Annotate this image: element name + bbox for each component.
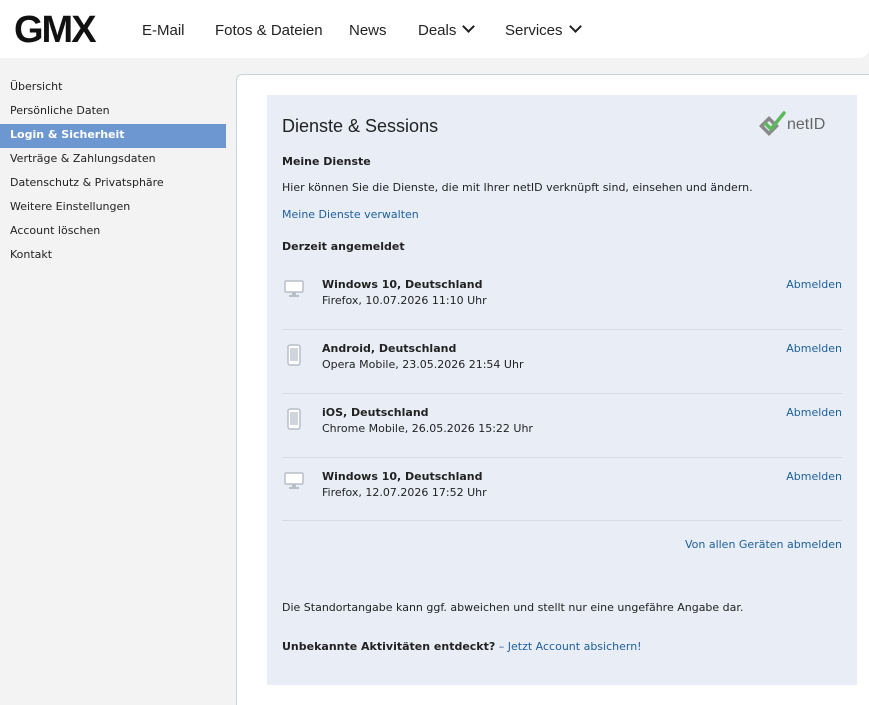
nav-services-label: Services [505, 22, 563, 39]
nav-email[interactable]: E-Mail [142, 22, 185, 39]
sidebar-item-personal-data[interactable]: Persönliche Daten [0, 100, 226, 124]
unknown-activity-line: Unbekannte Aktivitäten entdeckt? – Jetzt… [282, 640, 642, 653]
unknown-activity-label: Unbekannte Aktivitäten entdeckt? [282, 640, 496, 653]
netid-icon [759, 111, 786, 136]
sidebar-item-contact[interactable]: Kontakt [0, 244, 226, 268]
sidebar-item-contracts-payment[interactable]: Verträge & Zahlungsdaten [0, 148, 226, 172]
top-bar: GMX E-Mail Fotos & Dateien News Deals Se… [0, 0, 869, 58]
session-logout-link[interactable]: Abmelden [786, 470, 842, 483]
session-row: Android, Deutschland Opera Mobile, 23.05… [282, 329, 842, 394]
netid-label: netID [787, 116, 826, 133]
manage-services-link[interactable]: Meine Dienste verwalten [282, 208, 419, 221]
chevron-down-icon [568, 20, 582, 33]
nav-photos-files[interactable]: Fotos & Dateien [215, 22, 323, 39]
services-description: Hier können Sie die Dienste, die mit Ihr… [282, 181, 753, 194]
desktop-icon [284, 280, 304, 297]
desktop-icon [284, 472, 304, 489]
nav-services[interactable]: Services [505, 20, 582, 39]
session-row: Windows 10, Deutschland Firefox, 10.07.2… [282, 265, 842, 330]
sidebar-item-login-security[interactable]: Login & Sicherheit [0, 124, 226, 148]
sidebar-item-delete-account[interactable]: Account löschen [0, 220, 226, 244]
mobile-icon [287, 408, 301, 430]
dash-separator: – [498, 640, 505, 653]
session-row: iOS, Deutschland Chrome Mobile, 26.05.20… [282, 393, 842, 458]
settings-sidebar: Übersicht Persönliche Daten Login & Sich… [0, 76, 226, 268]
session-device-name: iOS, Deutschland [322, 406, 429, 419]
sessions-heading: Derzeit angemeldet [282, 240, 405, 253]
mobile-icon [287, 344, 301, 366]
session-device-name: Android, Deutschland [322, 342, 457, 355]
session-detail: Firefox, 12.07.2026 17:52 Uhr [322, 486, 487, 499]
netid-logo: netID [757, 111, 837, 139]
session-row: Windows 10, Deutschland Firefox, 12.07.2… [282, 457, 842, 521]
chevron-down-icon [462, 20, 476, 33]
services-heading: Meine Dienste [282, 155, 371, 168]
location-note: Die Standortangabe kann ggf. abweichen u… [282, 601, 744, 614]
secure-account-link[interactable]: Jetzt Account absichern! [508, 640, 642, 653]
nav-news[interactable]: News [349, 22, 387, 39]
logout-all-devices-link[interactable]: Von allen Geräten abmelden [685, 538, 842, 551]
gmx-logo[interactable]: GMX [14, 10, 97, 50]
session-logout-link[interactable]: Abmelden [786, 406, 842, 419]
session-device-name: Windows 10, Deutschland [322, 470, 483, 483]
session-device-name: Windows 10, Deutschland [322, 278, 483, 291]
session-logout-link[interactable]: Abmelden [786, 278, 842, 291]
session-detail: Chrome Mobile, 26.05.2026 15:22 Uhr [322, 422, 533, 435]
sessions-panel: Dienste & Sessions netID Meine Dienste H… [267, 95, 857, 685]
sidebar-item-more-settings[interactable]: Weitere Einstellungen [0, 196, 226, 220]
session-detail: Opera Mobile, 23.05.2026 21:54 Uhr [322, 358, 524, 371]
nav-deals-label: Deals [418, 22, 457, 39]
nav-deals[interactable]: Deals [418, 20, 476, 39]
session-logout-link[interactable]: Abmelden [786, 342, 842, 355]
page-title: Dienste & Sessions [282, 116, 439, 136]
session-detail: Firefox, 10.07.2026 11:10 Uhr [322, 294, 487, 307]
sidebar-item-overview[interactable]: Übersicht [0, 76, 226, 100]
sidebar-item-privacy[interactable]: Datenschutz & Privatsphäre [0, 172, 226, 196]
